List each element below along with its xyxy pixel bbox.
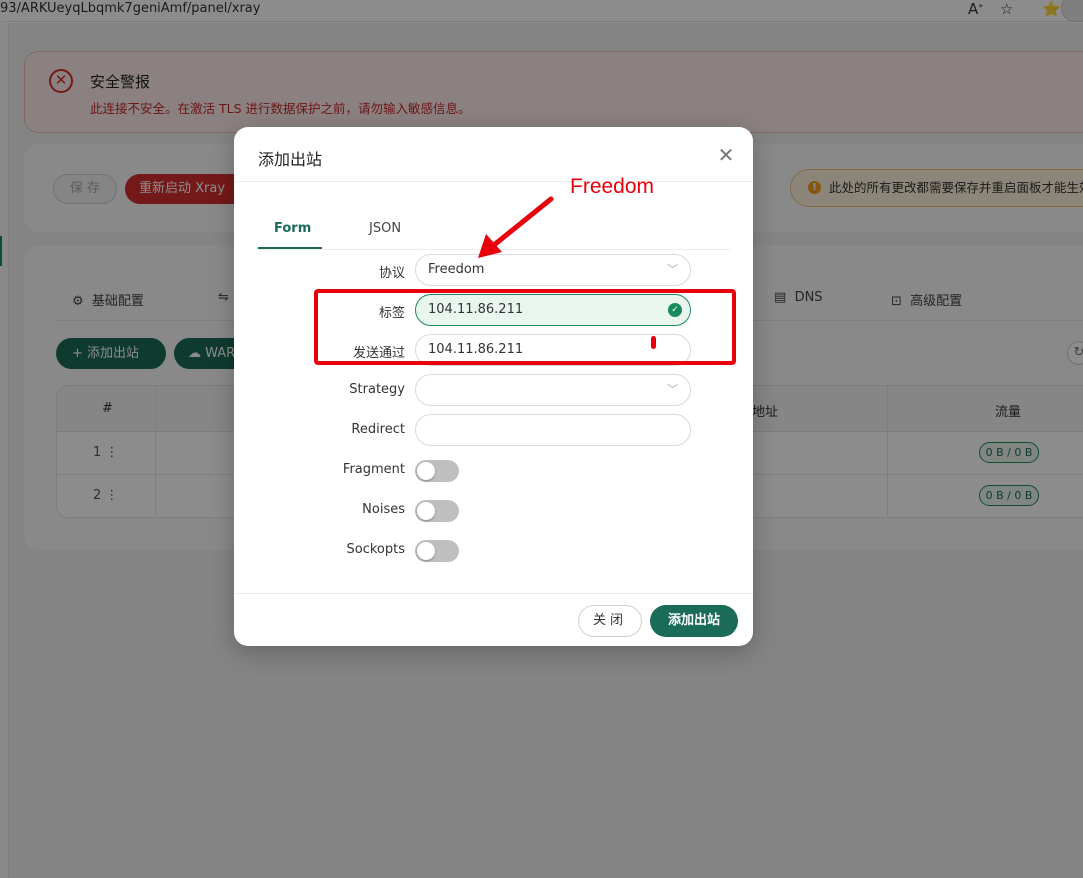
toggle-knob: [417, 462, 435, 480]
modal-tabs-divider: [258, 249, 730, 250]
protocol-value: Freedom: [428, 262, 485, 277]
close-icon[interactable]: ✕: [714, 143, 738, 167]
strategy-select[interactable]: ﹀: [415, 374, 691, 406]
close-button[interactable]: 关闭: [578, 605, 642, 637]
toggle-knob: [417, 542, 435, 560]
add-outbound-modal: 添加出站 ✕ Form JSON 协议 Freedom ﹀ 标签 104.11.…: [234, 127, 753, 646]
modal-footer-divider: [234, 593, 753, 594]
submit-add-outbound-button[interactable]: 添加出站: [650, 605, 738, 637]
active-tab-indicator: [258, 247, 322, 249]
tab-form[interactable]: Form: [274, 221, 311, 236]
strategy-label: Strategy: [349, 382, 405, 397]
redirect-label: Redirect: [351, 422, 405, 437]
protocol-label: 协议: [378, 266, 405, 281]
modal-header-divider: [234, 181, 753, 182]
modal-title: 添加出站: [258, 150, 323, 169]
protocol-select[interactable]: Freedom ﹀: [415, 254, 691, 286]
sockopts-toggle[interactable]: [415, 540, 459, 562]
noises-label: Noises: [362, 502, 405, 517]
chevron-down-icon: ﹀: [667, 263, 678, 276]
fragment-toggle[interactable]: [415, 460, 459, 482]
tab-json[interactable]: JSON: [369, 221, 401, 236]
fragment-label: Fragment: [342, 462, 405, 477]
redirect-input[interactable]: [415, 414, 691, 446]
chevron-down-icon: ﹀: [667, 383, 678, 396]
annotation-label: Freedom: [570, 175, 655, 198]
noises-toggle[interactable]: [415, 500, 459, 522]
toggle-knob: [417, 502, 435, 520]
annotation-highlight-box: [314, 289, 736, 365]
sockopts-label: Sockopts: [346, 542, 406, 557]
